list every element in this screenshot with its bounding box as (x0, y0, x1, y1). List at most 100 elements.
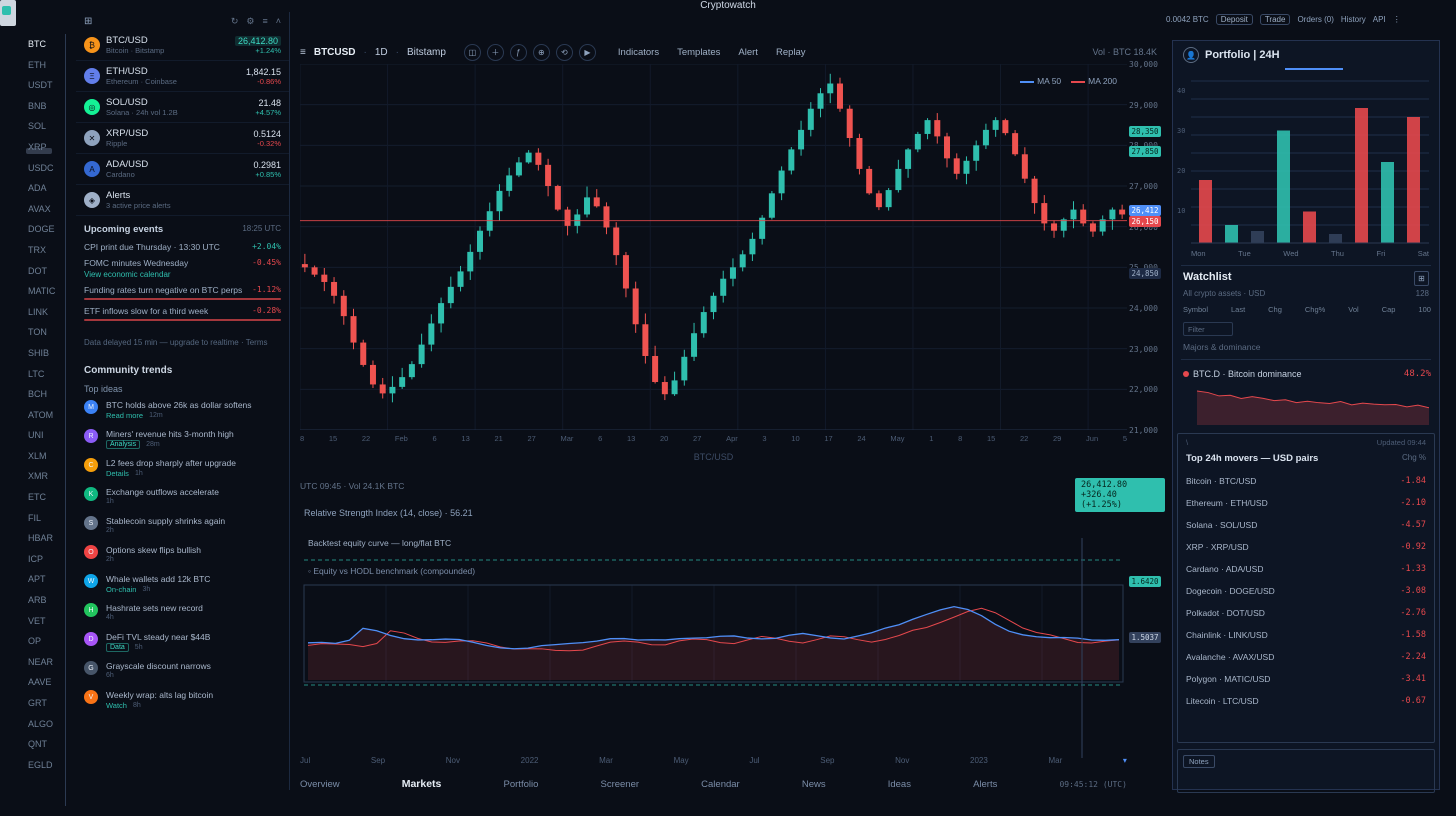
rail-ticker[interactable]: BNB (28, 96, 65, 117)
rail-ticker[interactable]: LTC (28, 364, 65, 385)
news-item[interactable]: RMiners' revenue hits 3-month highAnalys… (76, 425, 289, 454)
rail-ticker[interactable]: TON (28, 322, 65, 343)
table-row[interactable]: Avalanche · AVAX/USD-2.24 (1178, 646, 1434, 668)
toolbar-icon[interactable]: ˄ (276, 16, 281, 27)
event-item[interactable]: FOMC minutes Wednesday-0.45%View economi… (76, 255, 289, 282)
news-item[interactable]: KExchange outflows accelerate1h (76, 483, 289, 512)
chart-tool-icon[interactable]: ◫ (464, 44, 481, 61)
price-tag[interactable]: 24,850 (1129, 268, 1161, 279)
chart-tool-icon[interactable]: ＋ (487, 44, 504, 61)
chart-tool-icon[interactable]: ⊕ (533, 44, 550, 61)
toolbar-icon[interactable]: ⚙ (246, 16, 254, 27)
price-tag[interactable]: 28,350 (1129, 126, 1161, 137)
column-header[interactable]: Chg% (1305, 305, 1325, 314)
news-link[interactable]: On-chain (106, 585, 136, 594)
rail-ticker[interactable]: NEAR (28, 652, 65, 673)
account-tab[interactable]: 0.0042 BTC (1166, 15, 1209, 24)
rail-ticker[interactable]: OP (28, 631, 65, 652)
grid-icon[interactable]: ⊞ (84, 16, 92, 27)
news-item[interactable]: DDeFi TVL steady near $44BData5h (76, 628, 289, 657)
rail-ticker[interactable]: QNT (28, 734, 65, 755)
time-axis[interactable]: 81522Feb6132127Mar6132027Apr3101724May18… (300, 434, 1127, 443)
table-row[interactable]: Solana · SOL/USD-4.57 (1178, 514, 1434, 536)
rail-ticker[interactable]: BCH (28, 384, 65, 405)
price-axis[interactable]: 30,00029,00028,00027,00026,00025,00024,0… (1129, 64, 1163, 430)
bottom-nav-item[interactable]: Markets (402, 778, 442, 790)
account-tab[interactable]: Orders (0) (1297, 15, 1333, 24)
rail-ticker[interactable]: ARB (28, 590, 65, 611)
bottom-nav-item[interactable]: Calendar (701, 779, 740, 790)
column-header[interactable]: Last (1231, 305, 1245, 314)
news-item[interactable]: SStablecoin supply shrinks again2h (76, 512, 289, 541)
account-tab[interactable]: History (1341, 15, 1366, 24)
event-item[interactable]: Funding rates turn negative on BTC perps… (76, 282, 289, 303)
watchlist-row[interactable]: ₿BTC/USDBitcoin · Bitstamp26,412.80+1.24… (76, 30, 289, 61)
news-item[interactable]: HHashrate sets new record4h (76, 599, 289, 628)
chart-tool-button[interactable]: Replay (772, 45, 810, 60)
toolbar-icon[interactable]: ≡ (262, 16, 267, 27)
news-item[interactable]: CL2 fees drop sharply after upgradeDetai… (76, 454, 289, 483)
user-avatar[interactable]: 👤 (1183, 47, 1199, 63)
rail-ticker[interactable]: USDT (28, 75, 65, 96)
rail-ticker[interactable]: XMR (28, 466, 65, 487)
rail-ticker[interactable]: AVAX (28, 199, 65, 220)
chart-tool-icon[interactable]: ▶ (579, 44, 596, 61)
column-header[interactable]: Vol (1348, 305, 1358, 314)
event-item[interactable]: CPI print due Thursday · 13:30 UTC+2.04% (76, 239, 289, 255)
bottom-nav-item[interactable]: Overview (300, 779, 340, 790)
news-link[interactable]: Details (106, 469, 129, 478)
event-item[interactable]: ETF inflows slow for a third week-0.28% (76, 303, 289, 324)
rail-ticker[interactable]: BTC (28, 34, 65, 55)
news-chip[interactable]: Analysis (106, 440, 140, 449)
rail-ticker[interactable]: ALGO (28, 714, 65, 735)
rail-ticker[interactable]: USDC (28, 158, 65, 179)
rail-ticker[interactable]: DOT (28, 261, 65, 282)
account-tab[interactable]: Trade (1260, 14, 1291, 25)
rail-ticker[interactable]: ATOM (28, 405, 65, 426)
news-link[interactable]: Watch (106, 701, 127, 710)
layout-grid-icon[interactable]: ⊞ (1414, 271, 1429, 286)
legend-entry[interactable]: MA 50 (1020, 76, 1061, 86)
table-row[interactable]: XRP · XRP/USD-0.92 (1178, 536, 1434, 558)
timeframe-button[interactable]: 1D (375, 47, 388, 58)
rail-ticker[interactable]: APT (28, 569, 65, 590)
filter-input[interactable]: Filter (1183, 322, 1233, 336)
candlestick-chart[interactable] (300, 64, 1127, 430)
watchlist-row[interactable]: ΞETH/USDEthereum · Coinbase1,842.15-0.86… (76, 61, 289, 92)
caret-down-icon[interactable]: ▾ (1123, 756, 1127, 765)
event-link[interactable]: View economic calendar (84, 270, 281, 279)
watchlist-row[interactable]: AADA/USDCardano0.2981+0.85% (76, 154, 289, 185)
legend-entry[interactable]: MA 200 (1071, 76, 1117, 86)
watchlist-row[interactable]: ◈Alerts3 active price alerts (76, 185, 289, 216)
account-tab[interactable]: ⋮ (1393, 15, 1401, 24)
rail-ticker[interactable]: ADA (28, 178, 65, 199)
bottom-nav-item[interactable]: Ideas (888, 779, 911, 790)
news-chip[interactable]: Data (106, 643, 129, 652)
news-item[interactable]: GGrayscale discount narrows6h (76, 657, 289, 686)
watchlist-row[interactable]: ◎SOL/USDSolana · 24h vol 1.2B21.48+4.57% (76, 92, 289, 123)
chart-tool-button[interactable]: Alert (734, 45, 762, 60)
rail-ticker[interactable]: FIL (28, 508, 65, 529)
table-row[interactable]: Cardano · ADA/USD-1.33 (1178, 558, 1434, 580)
column-header[interactable]: Chg (1268, 305, 1282, 314)
toolbar-icon[interactable]: ↻ (231, 16, 239, 27)
rail-ticker[interactable]: ETC (28, 487, 65, 508)
notes-box[interactable]: Notes (1177, 749, 1435, 793)
rail-ticker[interactable]: XLM (28, 446, 65, 467)
chart-tool-button[interactable]: Indicators (614, 45, 663, 60)
bottom-nav-item[interactable]: Screener (600, 779, 639, 790)
table-row[interactable]: Chainlink · LINK/USD-1.58 (1178, 624, 1434, 646)
activity-bar-chart[interactable] (1191, 77, 1429, 247)
rail-ticker[interactable]: DOGE (28, 219, 65, 240)
chart-tool-button[interactable]: Templates (673, 45, 724, 60)
rail-ticker[interactable]: ETH (28, 55, 65, 76)
rail-ticker[interactable]: AAVE (28, 672, 65, 693)
lower-time-axis[interactable]: JulSepNov2022MarMayJulSepNov2023Mar▾ (300, 756, 1127, 765)
table-row[interactable]: Litecoin · LTC/USD-0.67 (1178, 690, 1434, 712)
news-link[interactable]: Read more (106, 411, 143, 420)
news-item[interactable]: WWhale wallets add 12k BTCOn-chain3h (76, 570, 289, 599)
rail-ticker[interactable]: SHIB (28, 343, 65, 364)
news-item[interactable]: VWeekly wrap: alts lag bitcoinWatch8h (76, 686, 289, 715)
column-header[interactable]: 100 (1418, 305, 1431, 314)
rail-ticker[interactable]: HBAR (28, 528, 65, 549)
